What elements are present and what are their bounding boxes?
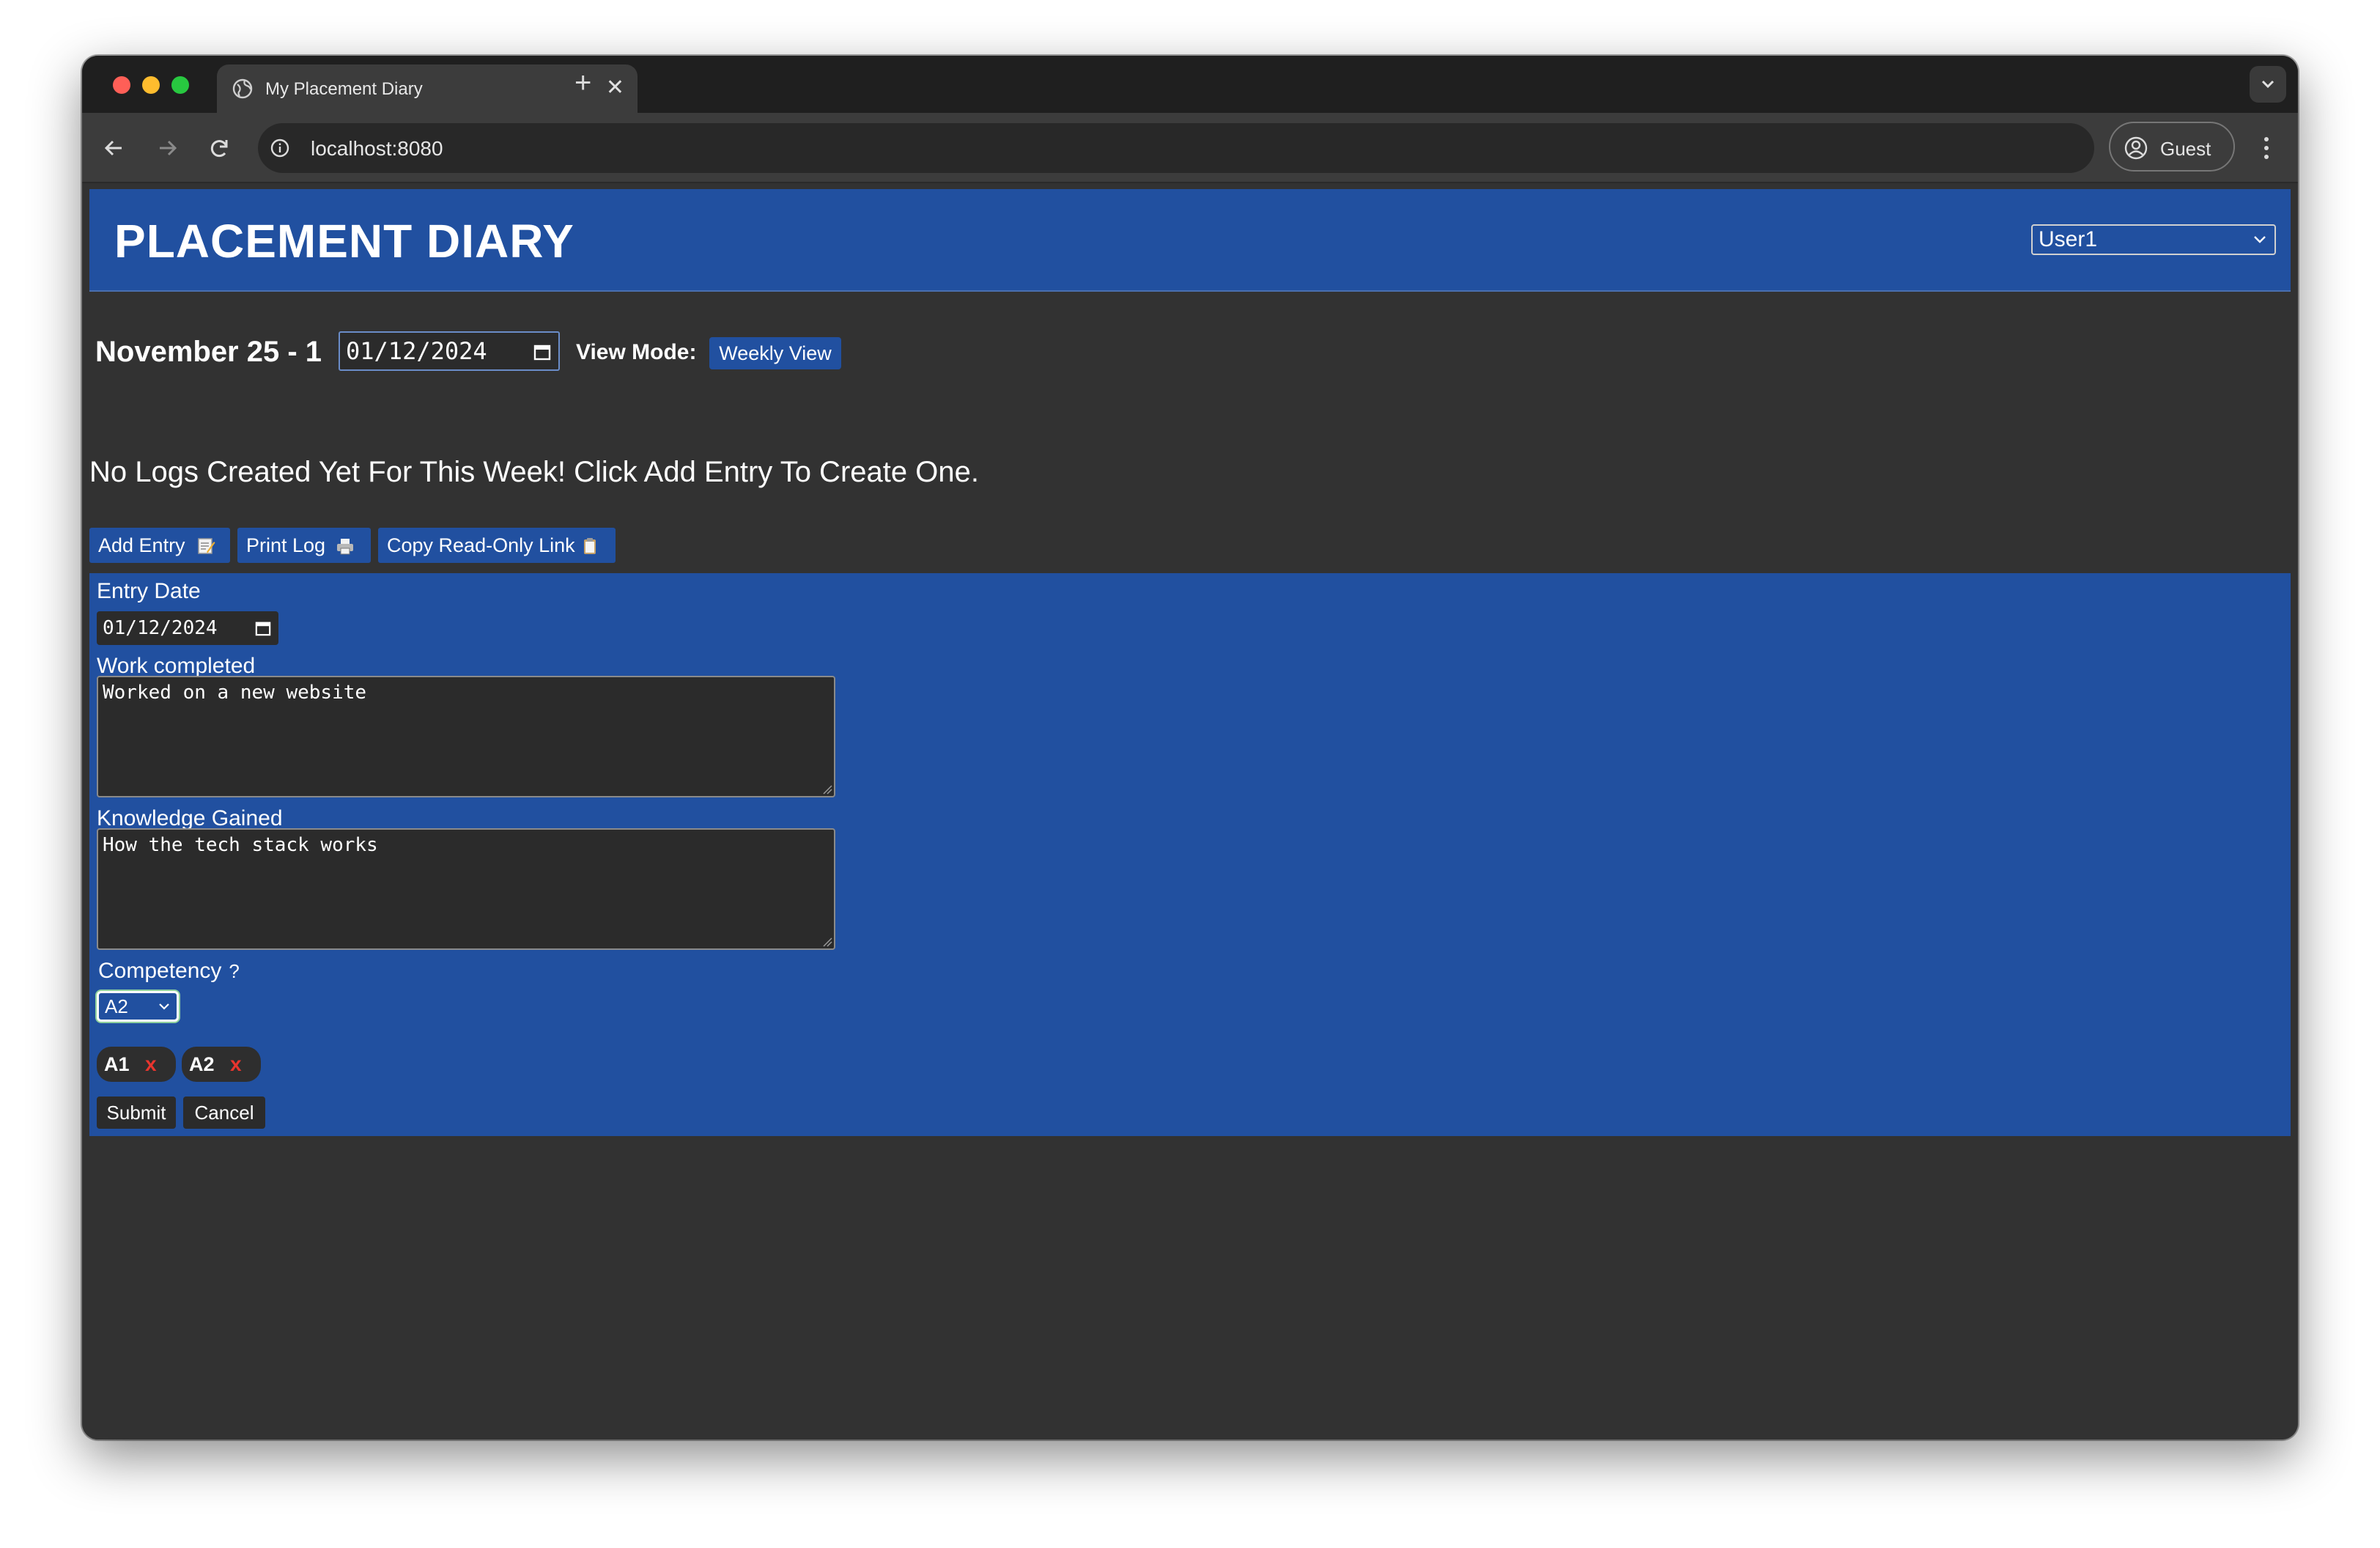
back-arrow-icon[interactable]: [98, 132, 130, 164]
competency-label-row: Competency?: [98, 959, 240, 984]
address-bar[interactable]: localhost:8080: [258, 123, 2094, 173]
profile-button[interactable]: Guest: [2109, 122, 2235, 172]
view-mode-button[interactable]: Weekly View: [709, 337, 841, 369]
knowledge-gained-label: Knowledge Gained: [97, 806, 283, 830]
no-logs-message: No Logs Created Yet For This Week! Click…: [89, 456, 979, 488]
week-date-value: 01/12/2024: [346, 337, 487, 365]
work-completed-label: Work completed: [97, 654, 256, 678]
resize-handle-icon[interactable]: [822, 937, 832, 947]
competency-chip: A1 x: [97, 1047, 176, 1082]
competency-label: Competency: [98, 959, 222, 983]
calendar-icon[interactable]: [255, 620, 271, 636]
browser-toolbar: localhost:8080 Guest: [82, 113, 2298, 183]
submit-button[interactable]: Submit: [97, 1096, 176, 1129]
week-date-input[interactable]: 01/12/2024: [339, 331, 560, 371]
resize-handle-icon[interactable]: [822, 784, 832, 795]
app-title: PLACEMENT DIARY: [114, 215, 574, 268]
competency-select-value: A2: [105, 995, 128, 1017]
cancel-button[interactable]: Cancel: [183, 1096, 265, 1129]
chevron-down-icon: [2261, 80, 2274, 89]
remove-chip-icon[interactable]: x: [145, 1047, 157, 1082]
account-icon: [2124, 136, 2148, 160]
profile-label: Guest: [2160, 138, 2211, 160]
copy-link-label: Copy Read-Only Link: [387, 534, 575, 556]
close-tab-icon[interactable]: ✕: [606, 75, 624, 101]
maximize-window-button[interactable]: [171, 76, 189, 94]
help-question-icon[interactable]: ?: [229, 960, 239, 982]
work-completed-value: Worked on a new website: [103, 682, 367, 704]
printer-icon: [337, 539, 353, 555]
entry-date-label: Entry Date: [97, 579, 201, 603]
chevron-down-icon: [2254, 236, 2266, 243]
entry-form: Entry Date 01/12/2024 Work completed Wor…: [89, 573, 2291, 1136]
competency-select[interactable]: A2: [97, 991, 179, 1022]
print-log-button[interactable]: Print Log: [237, 528, 371, 563]
close-window-button[interactable]: [113, 76, 130, 94]
add-entry-button[interactable]: Add Entry: [89, 528, 230, 563]
reload-icon[interactable]: [204, 132, 236, 164]
app-header: PLACEMENT DIARY User1: [89, 189, 2291, 292]
forward-arrow-icon[interactable]: [151, 132, 183, 164]
chevron-down-icon: [159, 1003, 169, 1010]
knowledge-gained-value: How the tech stack works: [103, 834, 378, 856]
user-select-value: User1: [2039, 227, 2098, 251]
kebab-menu-icon[interactable]: [2255, 130, 2277, 166]
new-tab-plus-icon[interactable]: +: [574, 66, 591, 100]
memo-icon: [198, 538, 215, 554]
info-icon[interactable]: [270, 138, 290, 158]
page-content: PLACEMENT DIARY User1 November 25 - 1 01…: [82, 185, 2298, 1440]
week-row: November 25 - 1 01/12/2024 View Mode: We…: [95, 331, 975, 371]
knowledge-gained-textarea[interactable]: How the tech stack works: [97, 828, 835, 950]
entry-date-value: 01/12/2024: [103, 617, 218, 639]
competency-chip: A2 x: [182, 1047, 261, 1082]
print-log-label: Print Log: [246, 534, 326, 556]
calendar-icon[interactable]: [533, 343, 551, 361]
globe-icon: [232, 78, 253, 99]
tab-title: My Placement Diary: [265, 79, 423, 99]
tab-bar: My Placement Diary ✕ +: [82, 56, 2298, 113]
remove-chip-icon[interactable]: x: [230, 1047, 242, 1082]
entry-date-input[interactable]: 01/12/2024: [97, 611, 278, 645]
tab-search-button[interactable]: [2250, 66, 2286, 103]
work-completed-textarea[interactable]: Worked on a new website: [97, 676, 835, 797]
chip-label: A2: [189, 1053, 215, 1075]
browser-window: My Placement Diary ✕ + localhost:8080 Gu…: [82, 56, 2298, 1440]
clipboard-icon: [584, 538, 596, 554]
url-text: localhost:8080: [311, 137, 443, 160]
chip-label: A1: [104, 1053, 130, 1075]
user-select[interactable]: User1: [2031, 224, 2276, 255]
copy-link-button[interactable]: Copy Read-Only Link: [378, 528, 616, 563]
minimize-window-button[interactable]: [142, 76, 160, 94]
week-label: November 25 - 1: [95, 336, 322, 368]
view-mode-label: View Mode:: [576, 340, 697, 364]
add-entry-label: Add Entry: [98, 534, 185, 556]
